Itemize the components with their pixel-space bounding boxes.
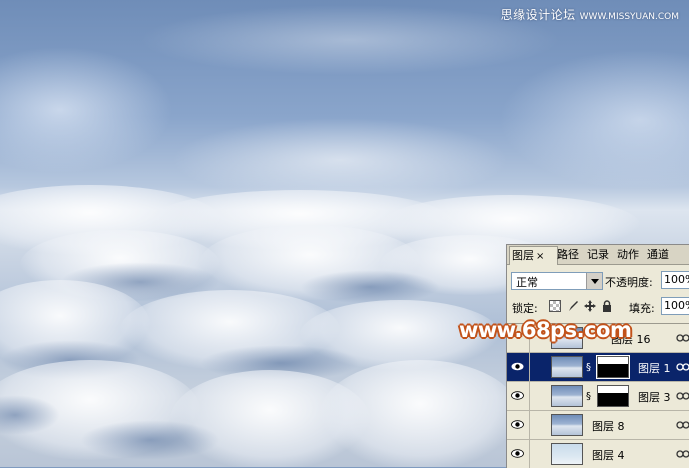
link-icon xyxy=(676,391,689,401)
chevron-down-icon[interactable] xyxy=(586,273,602,289)
mask-chain-icon[interactable]: § xyxy=(586,391,591,402)
eye-icon xyxy=(511,449,524,458)
layer-name: 图层 4 xyxy=(592,449,625,462)
panel-tab-bar: 图层 × 路径 记录 动作 通道 xyxy=(507,245,689,265)
layer-mask-thumbnail[interactable] xyxy=(597,385,629,407)
blend-mode-select[interactable]: 正常 xyxy=(511,272,603,290)
watermark-site: 思缘设计论坛 WWW.MISSYUAN.COM xyxy=(501,6,679,23)
mask-chain-icon[interactable]: § xyxy=(586,362,591,373)
visibility-toggle[interactable] xyxy=(507,382,530,410)
opacity-label: 不透明度: xyxy=(605,276,653,289)
watermark-site-name: 思缘设计论坛 xyxy=(500,8,576,22)
opacity-field[interactable]: 100% xyxy=(661,271,689,289)
layer-thumbnail xyxy=(551,356,583,378)
layer-row[interactable]: 图层 8 xyxy=(507,411,689,440)
link-icon xyxy=(676,362,689,372)
layer-row[interactable]: 图层 4 xyxy=(507,440,689,468)
layer-row[interactable]: § 图层 1 xyxy=(507,353,689,382)
visibility-toggle[interactable] xyxy=(507,411,530,439)
visibility-toggle[interactable] xyxy=(507,440,530,468)
layer-name: 图层 1 xyxy=(638,362,671,375)
link-icon xyxy=(676,420,689,430)
tab-layers[interactable]: 图层 × xyxy=(509,246,558,265)
eye-icon xyxy=(511,362,524,371)
layers-panel: 图层× 路径 记录 动作 通道 正常 不透明度: 100% 锁定: 填充: 10… xyxy=(506,244,689,468)
layer-list: 图层 16 § 图层 1 § 图层 3 图层 8 图层 4 xyxy=(507,323,689,468)
layer-thumbnail xyxy=(551,443,583,465)
layer-name: 图层 8 xyxy=(592,420,625,433)
watermark-logo: www.68ps.com xyxy=(459,318,632,342)
tab-channels[interactable]: 通道 xyxy=(645,248,671,263)
fill-label: 填充: xyxy=(629,302,655,315)
tab-actions[interactable]: 动作 xyxy=(615,248,641,263)
layer-name: 图层 3 xyxy=(638,391,671,404)
eye-icon xyxy=(511,391,524,400)
visibility-toggle[interactable] xyxy=(507,353,530,381)
layer-thumbnail xyxy=(551,414,583,436)
blend-mode-value: 正常 xyxy=(516,276,538,289)
watermark-site-url: WWW.MISSYUAN.COM xyxy=(579,12,679,22)
tab-layers-label: 图层 xyxy=(512,249,534,262)
layer-mask-thumbnail[interactable] xyxy=(596,355,630,379)
tab-paths[interactable]: 路径 xyxy=(555,248,581,263)
link-icon xyxy=(676,449,689,459)
lock-paint-icon[interactable] xyxy=(567,300,579,312)
close-icon[interactable]: × xyxy=(536,251,544,262)
fill-field[interactable]: 100% xyxy=(661,297,689,315)
lock-all-icon[interactable] xyxy=(601,300,613,312)
lock-transparency-icon[interactable] xyxy=(549,300,561,312)
layer-thumbnail xyxy=(551,385,583,407)
lock-label: 锁定: xyxy=(512,302,538,315)
link-icon xyxy=(676,333,689,343)
eye-icon xyxy=(511,420,524,429)
lock-position-icon[interactable] xyxy=(584,300,596,312)
tab-history[interactable]: 记录 xyxy=(585,248,611,263)
layer-row[interactable]: § 图层 3 xyxy=(507,382,689,411)
